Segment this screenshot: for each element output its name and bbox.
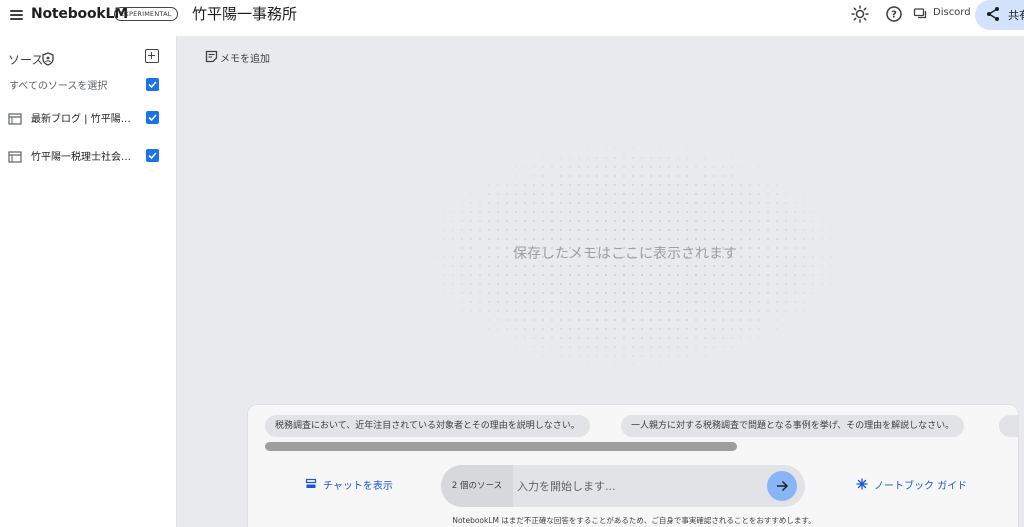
help-icon[interactable]: ?: [884, 4, 904, 24]
source-item[interactable]: 最新ブログ | 竹平陽一税理士事務所: [0, 105, 176, 129]
add-source-icon[interactable]: [145, 49, 159, 63]
svg-text:?: ?: [891, 10, 897, 21]
notes-area: メモを追加 保存したメモはここに表示されます 税務調査において、近年注目されてい…: [177, 36, 1024, 527]
disclaimer-text: NotebookLM はまだ不正確な回答をすることがあるため、ご自身で事実確認さ…: [452, 516, 816, 525]
empty-notes-message: 保存したメモはここに表示されます: [513, 246, 737, 262]
sun-icon[interactable]: [850, 4, 870, 24]
suggestion-chip[interactable]: 一人親方に対する税務調査で問題となる事例を挙げ、その理由を解説しなさい。: [621, 415, 965, 437]
sparkle-icon: [856, 478, 868, 490]
source-checkbox[interactable]: [146, 149, 159, 162]
arrow-right-icon: [777, 480, 789, 492]
share-icon: [987, 7, 999, 21]
top-bar: NotebookLM EXPERIMENTAL 竹平陽一事務所 ? Discor…: [0, 0, 1024, 36]
add-memo-label: メモを追加: [220, 54, 270, 65]
notebook-guide-label: ノートブック ガイド: [874, 481, 968, 492]
send-button[interactable]: [767, 471, 797, 501]
source-item[interactable]: 竹平陽一税理士社会保険労務士事務所: [0, 143, 176, 167]
discord-icon[interactable]: [913, 4, 933, 24]
show-chat-label: チャットを表示: [323, 481, 393, 492]
suggestions-scrollbar[interactable]: [265, 442, 737, 451]
sources-sidebar: ソース すべてのソースを選択 最新ブログ | 竹平陽一税理士事務所 竹平陽一税理…: [0, 36, 177, 527]
select-all-checkbox[interactable]: [146, 78, 159, 91]
share-button[interactable]: 共有: [975, 0, 1024, 30]
suggestion-chip-more[interactable]: [999, 415, 1018, 437]
share-label: 共有: [1008, 9, 1024, 22]
shield-icon: [41, 51, 55, 70]
source-checkbox[interactable]: [146, 111, 159, 124]
chat-icon: [305, 478, 317, 488]
select-all-label: すべてのソースを選択: [9, 81, 108, 92]
suggestion-chip[interactable]: 税務調査において、近年注目されている対象者とその理由を説明しなさい。: [265, 415, 590, 437]
chat-input[interactable]: [517, 476, 757, 496]
source-count-badge[interactable]: 2 個のソース: [441, 465, 513, 507]
document-icon: [8, 148, 22, 167]
menu-icon[interactable]: [8, 6, 26, 24]
sources-heading: ソース: [8, 53, 44, 67]
discord-link[interactable]: Discord: [933, 7, 971, 18]
notebook-title[interactable]: 竹平陽一事務所: [192, 3, 297, 24]
source-title: 最新ブログ | 竹平陽一税理士事務所: [31, 114, 137, 125]
document-icon: [8, 110, 22, 129]
source-title: 竹平陽一税理士社会保険労務士事務所: [31, 152, 137, 163]
chat-input-container: 2 個のソース: [441, 465, 805, 507]
chat-panel: 税務調査において、近年注目されている対象者とその理由を説明しなさい。 一人親方に…: [247, 404, 1019, 527]
note-add-icon: [205, 50, 218, 63]
experimental-badge: EXPERIMENTAL: [114, 7, 178, 21]
